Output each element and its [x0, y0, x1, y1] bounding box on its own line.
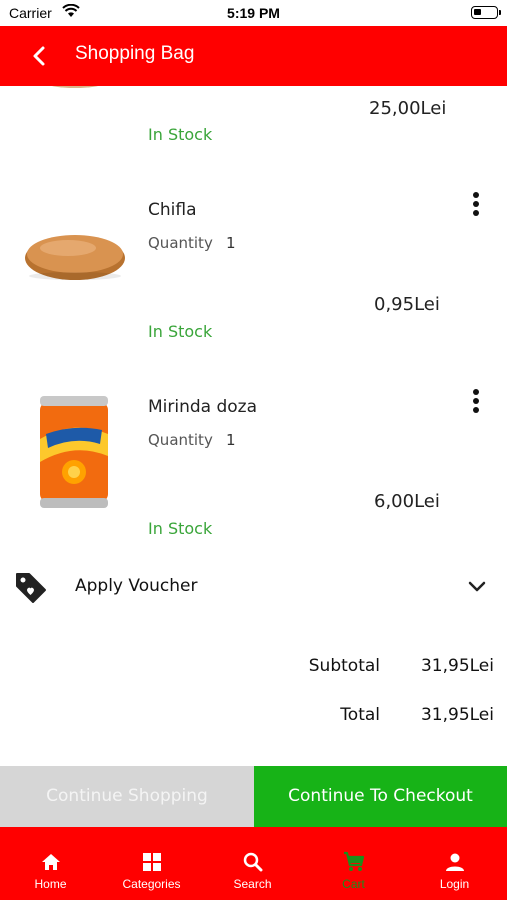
product-image	[25, 235, 125, 280]
continue-shopping-button[interactable]: Continue Shopping	[0, 766, 254, 827]
item-price: 25,00Lei	[369, 98, 447, 119]
bottom-nav: Home Categories Search Cart Login	[0, 827, 507, 900]
nav-login[interactable]: Login	[404, 827, 505, 900]
nav-search[interactable]: Search	[202, 827, 303, 900]
product-image	[51, 86, 99, 88]
quantity-label: Quantity	[148, 234, 213, 252]
nav-label: Search	[233, 877, 272, 891]
item-price: 0,95Lei	[374, 294, 440, 315]
chevron-down-icon	[468, 581, 486, 592]
quantity-value: 1	[226, 234, 236, 252]
cart-icon	[344, 851, 365, 871]
total-value: 31,95Lei	[420, 705, 494, 725]
nav-cart[interactable]: Cart	[303, 827, 404, 900]
stock-status: In Stock	[148, 125, 213, 144]
more-options-icon[interactable]	[466, 387, 486, 415]
search-icon	[243, 852, 263, 872]
quantity-value: 1	[226, 431, 236, 449]
battery-icon	[471, 6, 501, 19]
grid-icon	[143, 853, 161, 871]
stock-status: In Stock	[148, 519, 213, 538]
person-icon	[446, 853, 464, 871]
home-icon	[42, 854, 60, 870]
total-label: Total	[340, 705, 380, 725]
nav-label: Login	[439, 877, 470, 891]
nav-label: Home	[34, 877, 67, 891]
more-options-icon[interactable]	[466, 190, 486, 218]
quantity-label: Quantity	[148, 431, 213, 449]
checkout-button[interactable]: Continue To Checkout	[254, 766, 507, 827]
subtotal-value: 31,95Lei	[420, 656, 494, 676]
status-bar: Carrier 5:19 PM	[0, 0, 507, 26]
stock-status: In Stock	[148, 322, 213, 341]
product-image	[40, 396, 108, 508]
app-bar: Shopping Bag	[0, 26, 507, 86]
nav-label: Cart	[342, 877, 365, 891]
apply-voucher-label: Apply Voucher	[75, 576, 198, 596]
item-name: Chifla	[148, 200, 197, 220]
item-price: 6,00Lei	[374, 491, 440, 512]
subtotal-label: Subtotal	[308, 656, 380, 676]
cart-list[interactable]: 25,00Lei In Stock Chifla Quantity 1 0,95…	[0, 86, 507, 766]
nav-label: Categories	[122, 877, 181, 891]
tag-icon	[16, 573, 46, 603]
nav-categories[interactable]: Categories	[101, 827, 202, 900]
nav-home[interactable]: Home	[0, 827, 101, 900]
clock: 5:19 PM	[227, 5, 280, 21]
apply-voucher-row[interactable]: Apply Voucher	[0, 566, 507, 610]
page-title: Shopping Bag	[75, 43, 195, 64]
back-arrow-icon[interactable]	[26, 42, 54, 70]
item-name: Mirinda doza	[148, 397, 258, 417]
